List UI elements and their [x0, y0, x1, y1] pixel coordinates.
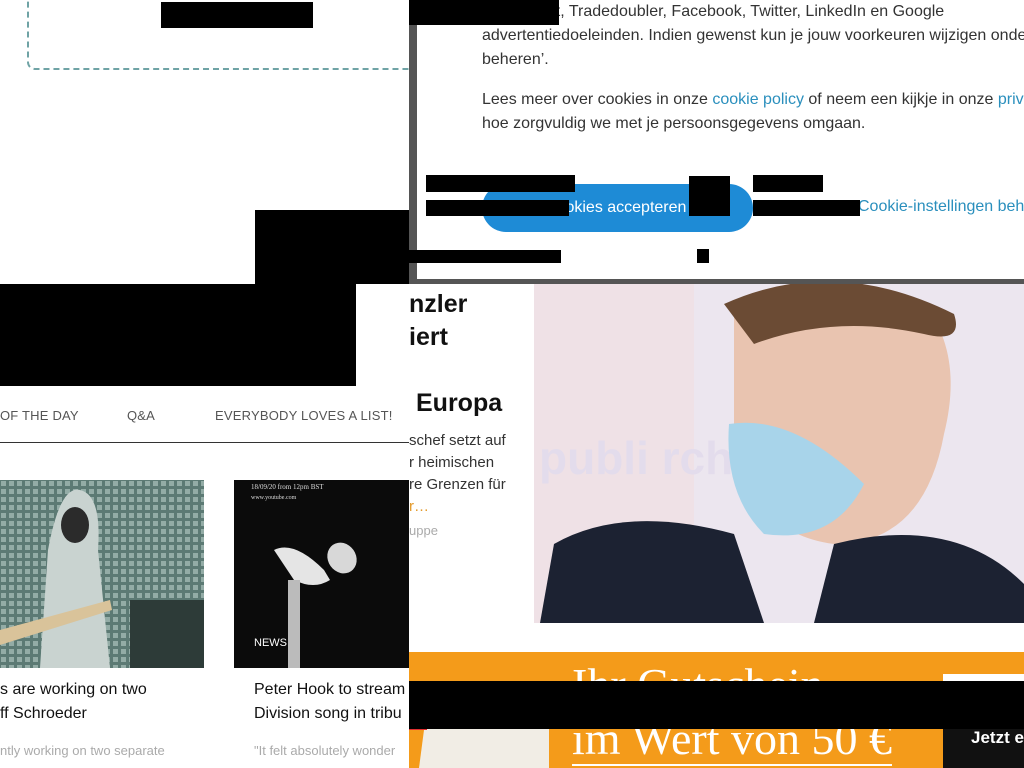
cookie-text-line3: beheren’. [482, 51, 549, 68]
article-source: uppe [409, 523, 438, 538]
privacy-link[interactable]: priv [998, 91, 1024, 108]
cookie-policy-link[interactable]: cookie policy [712, 91, 804, 108]
nav-item-of-the-day[interactable]: OF THE DAY [0, 408, 79, 423]
redaction-block [753, 175, 823, 192]
photo-watermark: publi rch [539, 432, 733, 484]
cookie-settings-link[interactable]: Cookie-instellingen beheren [858, 198, 1024, 216]
cookie-text-line2: advertentiedoeleinden. Indien gewenst ku… [482, 27, 1024, 44]
redaction-block [409, 681, 1024, 729]
redaction-block [753, 200, 860, 216]
article-teaser-line2: r heimischen [409, 454, 495, 471]
cookie-more-info-line2: hoe zorgvuldig we met je persoonsgegeven… [482, 115, 866, 132]
redaction-block [689, 176, 730, 216]
politician-photo: publi rch [534, 284, 1024, 623]
cookie-more-info: Lees meer over cookies in onze cookie po… [482, 91, 1024, 108]
cookie-modal-bottom-border [409, 279, 1024, 284]
article-teaser-line3: re Grenzen für [409, 476, 506, 493]
card-2-title[interactable]: Peter Hook to stream Division song in tri… [254, 678, 409, 726]
nav-divider [0, 442, 409, 443]
cookie-modal-left-border [409, 0, 417, 284]
article-headline-line2[interactable]: iert [409, 323, 448, 352]
article-headline-line3[interactable]: Europa [416, 389, 502, 418]
card-2-subtitle: "It felt absolutely wonder [254, 743, 396, 758]
article-read-more[interactable]: r… [409, 496, 429, 518]
redaction-block [697, 249, 709, 263]
redaction-block [409, 0, 559, 25]
nav-item-lists[interactable]: EVERYBODY LOVES A LIST! [215, 408, 393, 423]
cookie-text-line1: n Microsoft, Tradedoubler, Facebook, Twi… [482, 3, 945, 20]
redaction-block [0, 284, 356, 386]
redaction-block [255, 210, 409, 284]
redaction-block [161, 2, 313, 28]
card-image-concert[interactable] [0, 480, 204, 668]
news-badge: NEWS [254, 637, 287, 649]
svg-text:www.youtube.com: www.youtube.com [251, 495, 297, 501]
article-photo[interactable]: publi rch [534, 284, 1024, 623]
svg-text:18/09/20 from 12pm BST: 18/09/20 from 12pm BST [251, 483, 324, 491]
article-headline-line1[interactable]: nzler [409, 290, 467, 319]
card-image-peter-hook[interactable]: 18/09/20 from 12pm BST www.youtube.com N… [234, 480, 409, 668]
card-1-title[interactable]: s are working on two ff Schroeder [0, 678, 147, 726]
redaction-block [426, 200, 569, 216]
redaction-block [426, 175, 575, 192]
article-teaser-line1: schef setzt auf [409, 432, 506, 449]
redaction-block [409, 250, 561, 263]
concert-photo [0, 480, 204, 668]
card-1-subtitle: ntly working on two separate [0, 743, 165, 758]
nav-item-qa[interactable]: Q&A [127, 408, 155, 423]
